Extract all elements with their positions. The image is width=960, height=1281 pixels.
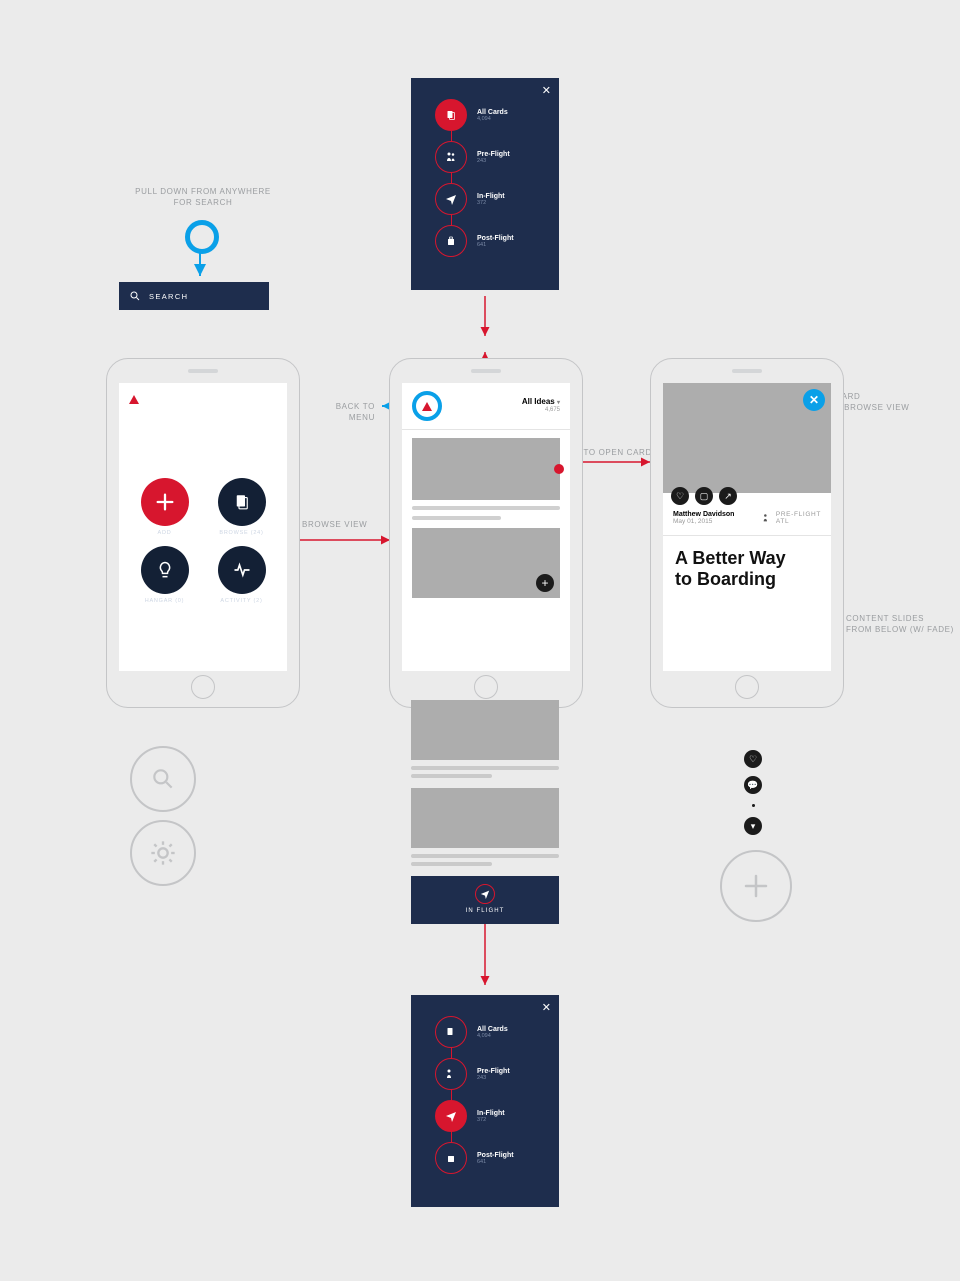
menu-item-in-flight[interactable]: In-Flight372 [411, 178, 559, 220]
tile-hangar[interactable]: HANGAR (0) [131, 546, 198, 604]
share-button[interactable]: ↗ [719, 487, 737, 505]
search-placeholder: SEARCH [149, 292, 188, 301]
delta-logo-icon [129, 395, 139, 404]
browse-filter-select[interactable]: All Ideas ▾ 4,675 [522, 398, 560, 413]
browse-card[interactable] [411, 788, 559, 866]
menu-panel-top: ✕ All Cards4,094 Pre-Flight243 In-Flight… [411, 78, 559, 290]
plane-icon [445, 1110, 457, 1122]
label-content-slides: CONTENT SLIDESFROM BELOW (W/ FADE) [846, 614, 954, 636]
wireframe-flow-canvas: PULL DOWN FROM ANYWHERE FOR SEARCH SEARC… [0, 0, 960, 1281]
add-idea-button[interactable] [720, 850, 792, 922]
plane-icon [445, 193, 457, 205]
menu-item-post-flight[interactable]: Post-Flight641 [411, 1137, 559, 1179]
cards-icon [445, 1026, 457, 1038]
browse-card[interactable] [412, 438, 560, 520]
expand-down-button[interactable]: ▾ [744, 817, 762, 835]
bulb-icon [155, 560, 175, 580]
browse-stage-footer[interactable]: IN FLIGHT [411, 876, 559, 924]
passengers-icon [762, 513, 772, 523]
status-time: 9:02 AM [145, 393, 175, 400]
menu-item-pre-flight[interactable]: Pre-Flight243 [411, 1053, 559, 1095]
phone-browse: All Ideas ▾ 4,675 + [389, 358, 583, 708]
phone-home: 9:02 AM BOS Morning Mia ADD BROWSE (24) [106, 358, 300, 708]
detail-hero-image: ✕ ♡ ▢ ↗ [663, 383, 831, 493]
like-button[interactable]: ♡ [671, 487, 689, 505]
like-button[interactable]: ♡ [744, 750, 762, 768]
luggage-icon [445, 1152, 457, 1164]
tile-activity[interactable]: ACTIVITY (2) [208, 546, 275, 604]
label-back-to-menu: BACK TO MENU [315, 402, 375, 424]
browse-overflow: IN FLIGHT [411, 700, 559, 924]
detail-author: Matthew Davidson [673, 511, 734, 518]
menu-panel-bottom: ✕ All Cards4,094 Pre-Flight243 In-Flight… [411, 995, 559, 1207]
browse-menu-button[interactable] [412, 391, 442, 421]
passengers-icon [445, 151, 457, 163]
bookmark-button[interactable]: ▢ [695, 487, 713, 505]
status-airport: BOS [145, 400, 175, 406]
browse-screen: All Ideas ▾ 4,675 + [402, 383, 570, 671]
detail-screen: ✕ ♡ ▢ ↗ Matthew Davidson May 01, 2015 PR… [663, 383, 831, 671]
pulse-icon [232, 560, 252, 580]
browse-card[interactable] [411, 700, 559, 778]
detail-stage: PRE-FLIGHT [776, 511, 821, 518]
search-bar[interactable]: SEARCH [119, 282, 269, 310]
pull-indicator-icon [185, 220, 219, 254]
home-greeting: Morning Mia [119, 406, 287, 470]
tile-add[interactable]: ADD [131, 478, 198, 536]
settings-shortcut-icon[interactable] [130, 820, 196, 886]
detail-title: A Better Way to Boarding [663, 540, 831, 589]
passengers-icon [445, 1068, 457, 1080]
detail-airport: ATL [776, 518, 821, 525]
detail-action-stack: ♡ 💬 ▾ [744, 750, 762, 835]
tile-browse[interactable]: BROWSE (24) [208, 478, 275, 536]
delta-logo-icon [422, 402, 432, 411]
plus-icon [154, 491, 176, 513]
menu-item-in-flight[interactable]: In-Flight372 [411, 1095, 559, 1137]
cards-icon [445, 109, 457, 121]
search-shortcut-icon[interactable] [130, 746, 196, 812]
menu-item-pre-flight[interactable]: Pre-Flight243 [411, 136, 559, 178]
pull-search-hint: PULL DOWN FROM ANYWHERE FOR SEARCH [128, 187, 278, 209]
home-screen: 9:02 AM BOS Morning Mia ADD BROWSE (24) [119, 383, 287, 671]
luggage-icon [445, 235, 457, 247]
close-card-button[interactable]: ✕ [803, 389, 825, 411]
label-browse-view: BROWSE VIEW [302, 520, 367, 531]
phone-detail: ✕ ♡ ▢ ↗ Matthew Davidson May 01, 2015 PR… [650, 358, 844, 708]
plane-icon [480, 889, 490, 899]
menu-item-post-flight[interactable]: Post-Flight641 [411, 220, 559, 262]
card-add-button[interactable]: + [536, 574, 554, 592]
cards-icon [233, 493, 251, 511]
comment-button[interactable]: 💬 [744, 776, 762, 794]
menu-item-all-cards[interactable]: All Cards4,094 [411, 94, 559, 136]
menu-item-all-cards[interactable]: All Cards4,094 [411, 1011, 559, 1053]
search-icon [129, 290, 141, 302]
browse-card[interactable]: + [412, 528, 560, 598]
detail-date: May 01, 2015 [673, 518, 734, 525]
